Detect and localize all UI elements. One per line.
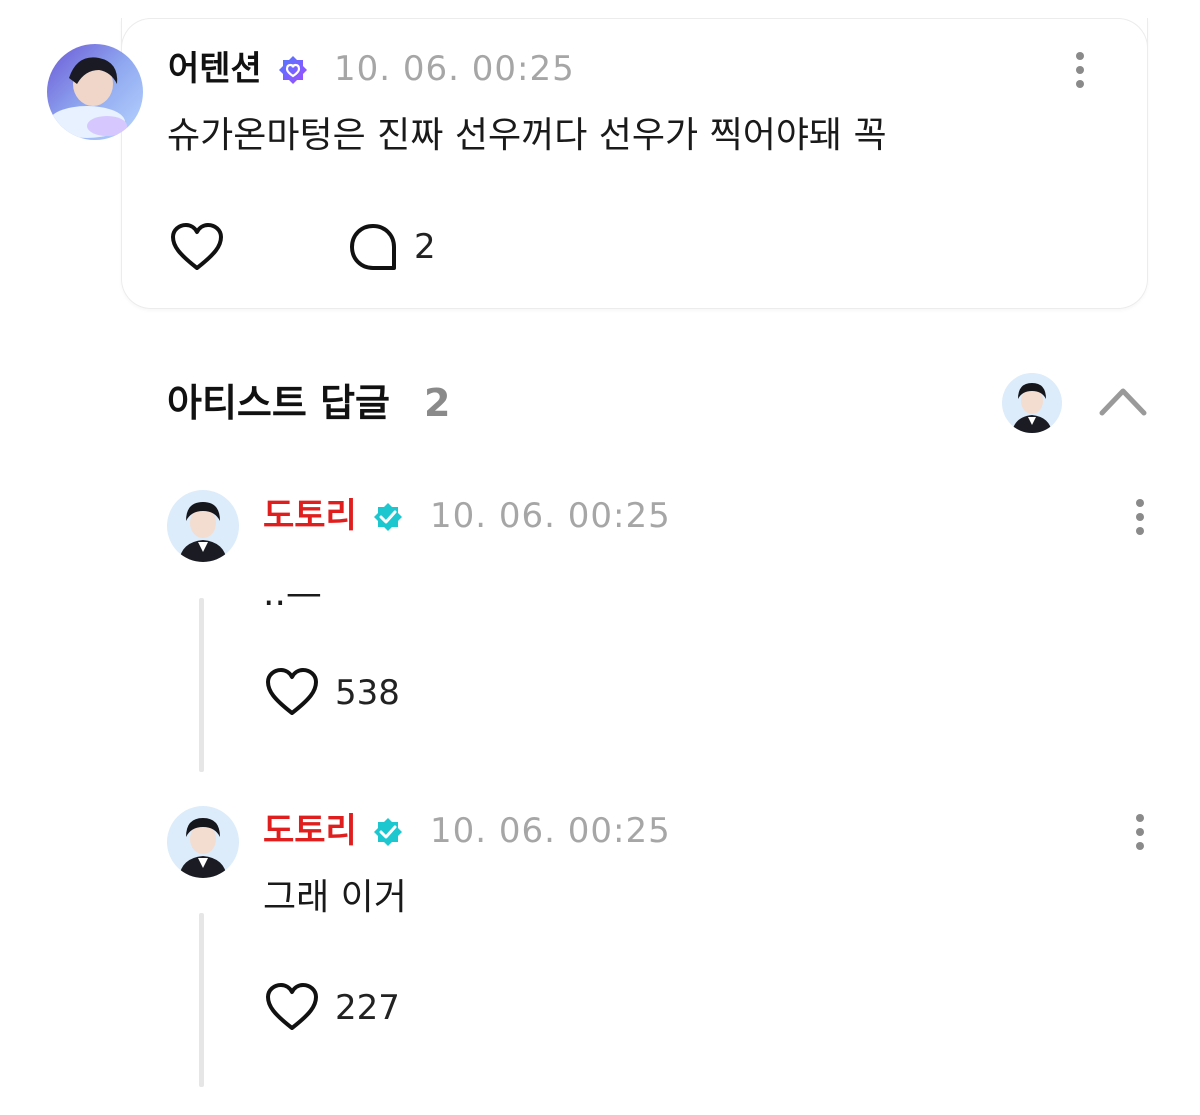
like-count: 227	[335, 988, 400, 1028]
verified-badge-icon	[370, 814, 406, 850]
post-text: 슈가온마텅은 진짜 선우꺼다 선우가 찍어야돼 꼭	[167, 115, 887, 156]
reply-author-name[interactable]: 도토리	[263, 811, 357, 851]
heart-icon[interactable]	[264, 982, 320, 1032]
artist-avatar-small	[1002, 373, 1062, 433]
reply-author-avatar[interactable]	[167, 806, 239, 878]
heart-icon[interactable]	[264, 667, 320, 717]
artist-replies-count: 2	[424, 381, 451, 425]
chevron-up-icon[interactable]	[1098, 385, 1148, 417]
more-options-icon[interactable]	[1128, 812, 1152, 852]
heart-verified-badge-icon	[275, 52, 311, 88]
post-timestamp: 10. 06. 00:25	[334, 49, 575, 89]
post-author-name[interactable]: 어텐션	[168, 49, 262, 89]
verified-badge-icon	[370, 499, 406, 535]
thread-line	[199, 598, 204, 772]
heart-icon[interactable]	[169, 222, 225, 272]
reply-timestamp: 10. 06. 00:25	[430, 811, 671, 851]
comment-count: 2	[414, 227, 436, 267]
comment-bubble-icon[interactable]	[348, 222, 398, 272]
reply-author-avatar[interactable]	[167, 490, 239, 562]
post-author-avatar[interactable]	[47, 44, 143, 140]
like-count: 538	[335, 673, 400, 713]
reply-text: 그래 이거	[263, 877, 407, 918]
reply-author-name[interactable]: 도토리	[263, 496, 357, 536]
reply-text: ..—	[263, 573, 322, 614]
more-options-icon[interactable]	[1068, 50, 1092, 90]
reply-timestamp: 10. 06. 00:25	[430, 496, 671, 536]
artist-replies-title: 아티스트 답글	[167, 381, 390, 425]
more-options-icon[interactable]	[1128, 497, 1152, 537]
thread-line	[199, 913, 204, 1087]
